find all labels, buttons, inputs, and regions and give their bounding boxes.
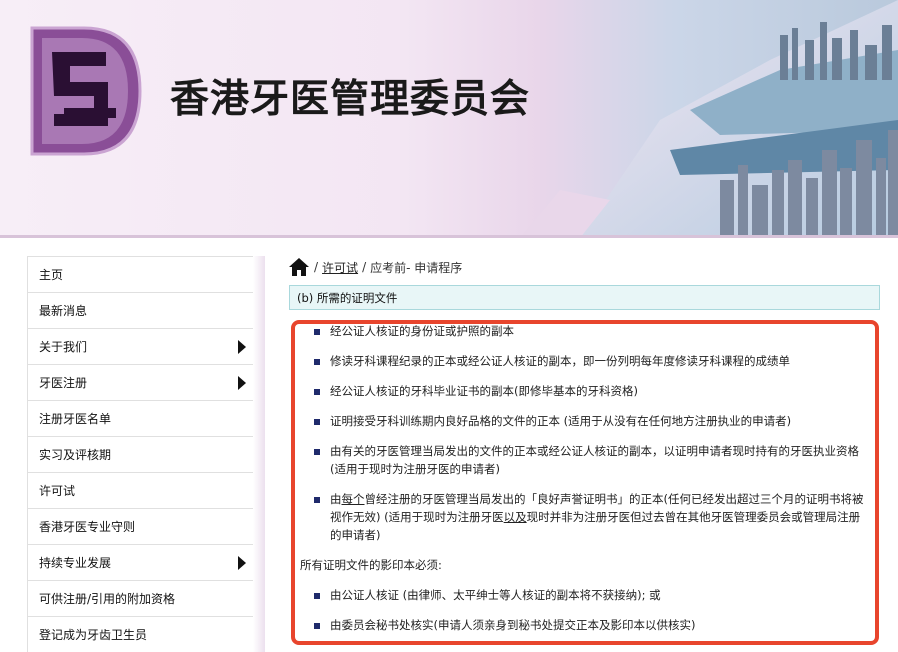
list-item: 经公证人核证的牙科毕业证书的副本(即修毕基本的牙科资格): [292, 382, 874, 400]
sidebar-nav: 主页 最新消息 关于我们 牙医注册 注册牙医名单 实习及评核期 许可试 香港牙医…: [27, 256, 265, 652]
harbour-skyline-image: [520, 0, 898, 238]
list-item: 由每个曾经注册的牙医管理当局发出的「良好声誉证明书」的正本(任何已经发出超过三个…: [292, 490, 874, 544]
sidebar-item-label: 可供注册/引用的附加资格: [39, 592, 176, 606]
sidebar-item-additional-qualifications[interactable]: 可供注册/引用的附加资格: [27, 580, 265, 616]
submenu-arrow-icon: [238, 340, 246, 354]
home-icon[interactable]: [288, 257, 310, 277]
council-logo[interactable]: [26, 22, 146, 160]
sidebar-item-code-of-conduct[interactable]: 香港牙医专业守则: [27, 508, 265, 544]
sidebar-item-label: 持续专业发展: [39, 556, 112, 570]
copies-list: 由公证人核证 (由律师、太平绅士等人核证的副本将不获接纳); 或 由委员会秘书处…: [292, 586, 874, 634]
sidebar-item-label: 主页: [39, 268, 64, 282]
sidebar-item-registration[interactable]: 牙医注册: [27, 364, 265, 400]
submenu-arrow-icon: [238, 376, 246, 390]
sidebar-item-label: 关于我们: [39, 340, 88, 354]
sidebar-item-news[interactable]: 最新消息: [27, 292, 265, 328]
sidebar-item-label: 登记成为牙齿卫生员: [39, 628, 148, 642]
list-item: 由公证人核证 (由律师、太平绅士等人核证的副本将不获接纳); 或: [292, 586, 874, 604]
sidebar-item-hygienist[interactable]: 登记成为牙齿卫生员: [27, 616, 265, 652]
breadcrumb: / 许可试 / 应考前- 申请程序: [288, 256, 462, 278]
sidebar-item-internship[interactable]: 实习及评核期: [27, 436, 265, 472]
sidebar-item-cpd[interactable]: 持续专业发展: [27, 544, 265, 580]
breadcrumb-link-licensing-exam[interactable]: 许可试: [322, 259, 358, 276]
submenu-arrow-icon: [238, 556, 246, 570]
documents-list: 经公证人核证的身份证或护照的副本 修读牙科课程纪录的正本或经公证人核证的副本，即…: [292, 322, 874, 544]
section-title: (b) 所需的证明文件: [297, 290, 398, 305]
breadcrumb-current: 应考前- 申请程序: [370, 260, 463, 275]
header-banner: 香港牙医管理委员会: [0, 0, 898, 238]
sidebar-item-register-list[interactable]: 注册牙医名单: [27, 400, 265, 436]
list-item: 由有关的牙医管理当局发出的文件的正本或经公证人核证的副本，以证明申请者现时持有的…: [292, 442, 874, 478]
sidebar-item-label: 注册牙医名单: [39, 412, 112, 426]
sidebar-item-label: 许可试: [39, 484, 76, 498]
copies-requirement-intro: 所有证明文件的影印本必须:: [300, 558, 442, 572]
list-item: 由委员会秘书处核实(申请人须亲身到秘书处提交正本及影印本以供核实): [292, 616, 874, 634]
breadcrumb-separator: /: [314, 260, 319, 274]
breadcrumb-separator: /: [362, 260, 367, 274]
list-item: 经公证人核证的身份证或护照的副本: [292, 322, 874, 340]
sidebar-item-label: 最新消息: [39, 304, 88, 318]
site-title: 香港牙医管理委员会: [170, 77, 531, 122]
required-documents-content: 经公证人核证的身份证或护照的副本 修读牙科课程纪录的正本或经公证人核证的副本，即…: [292, 320, 874, 634]
sidebar-item-label: 香港牙医专业守则: [39, 520, 136, 534]
sidebar-item-licensing-exam[interactable]: 许可试: [27, 472, 265, 508]
sidebar-item-label: 牙医注册: [39, 376, 88, 390]
section-heading: (b) 所需的证明文件: [289, 285, 880, 310]
sidebar-item-label: 实习及评核期: [39, 448, 112, 462]
list-item: 修读牙科课程纪录的正本或经公证人核证的副本，即一份列明每年度修读牙科课程的成绩单: [292, 352, 874, 370]
list-item: 证明接受牙科训练期内良好品格的文件的正本 (适用于从没有在任何地方注册执业的申请…: [292, 412, 874, 430]
sidebar-item-about[interactable]: 关于我们: [27, 328, 265, 364]
sidebar-item-home[interactable]: 主页: [27, 256, 265, 292]
